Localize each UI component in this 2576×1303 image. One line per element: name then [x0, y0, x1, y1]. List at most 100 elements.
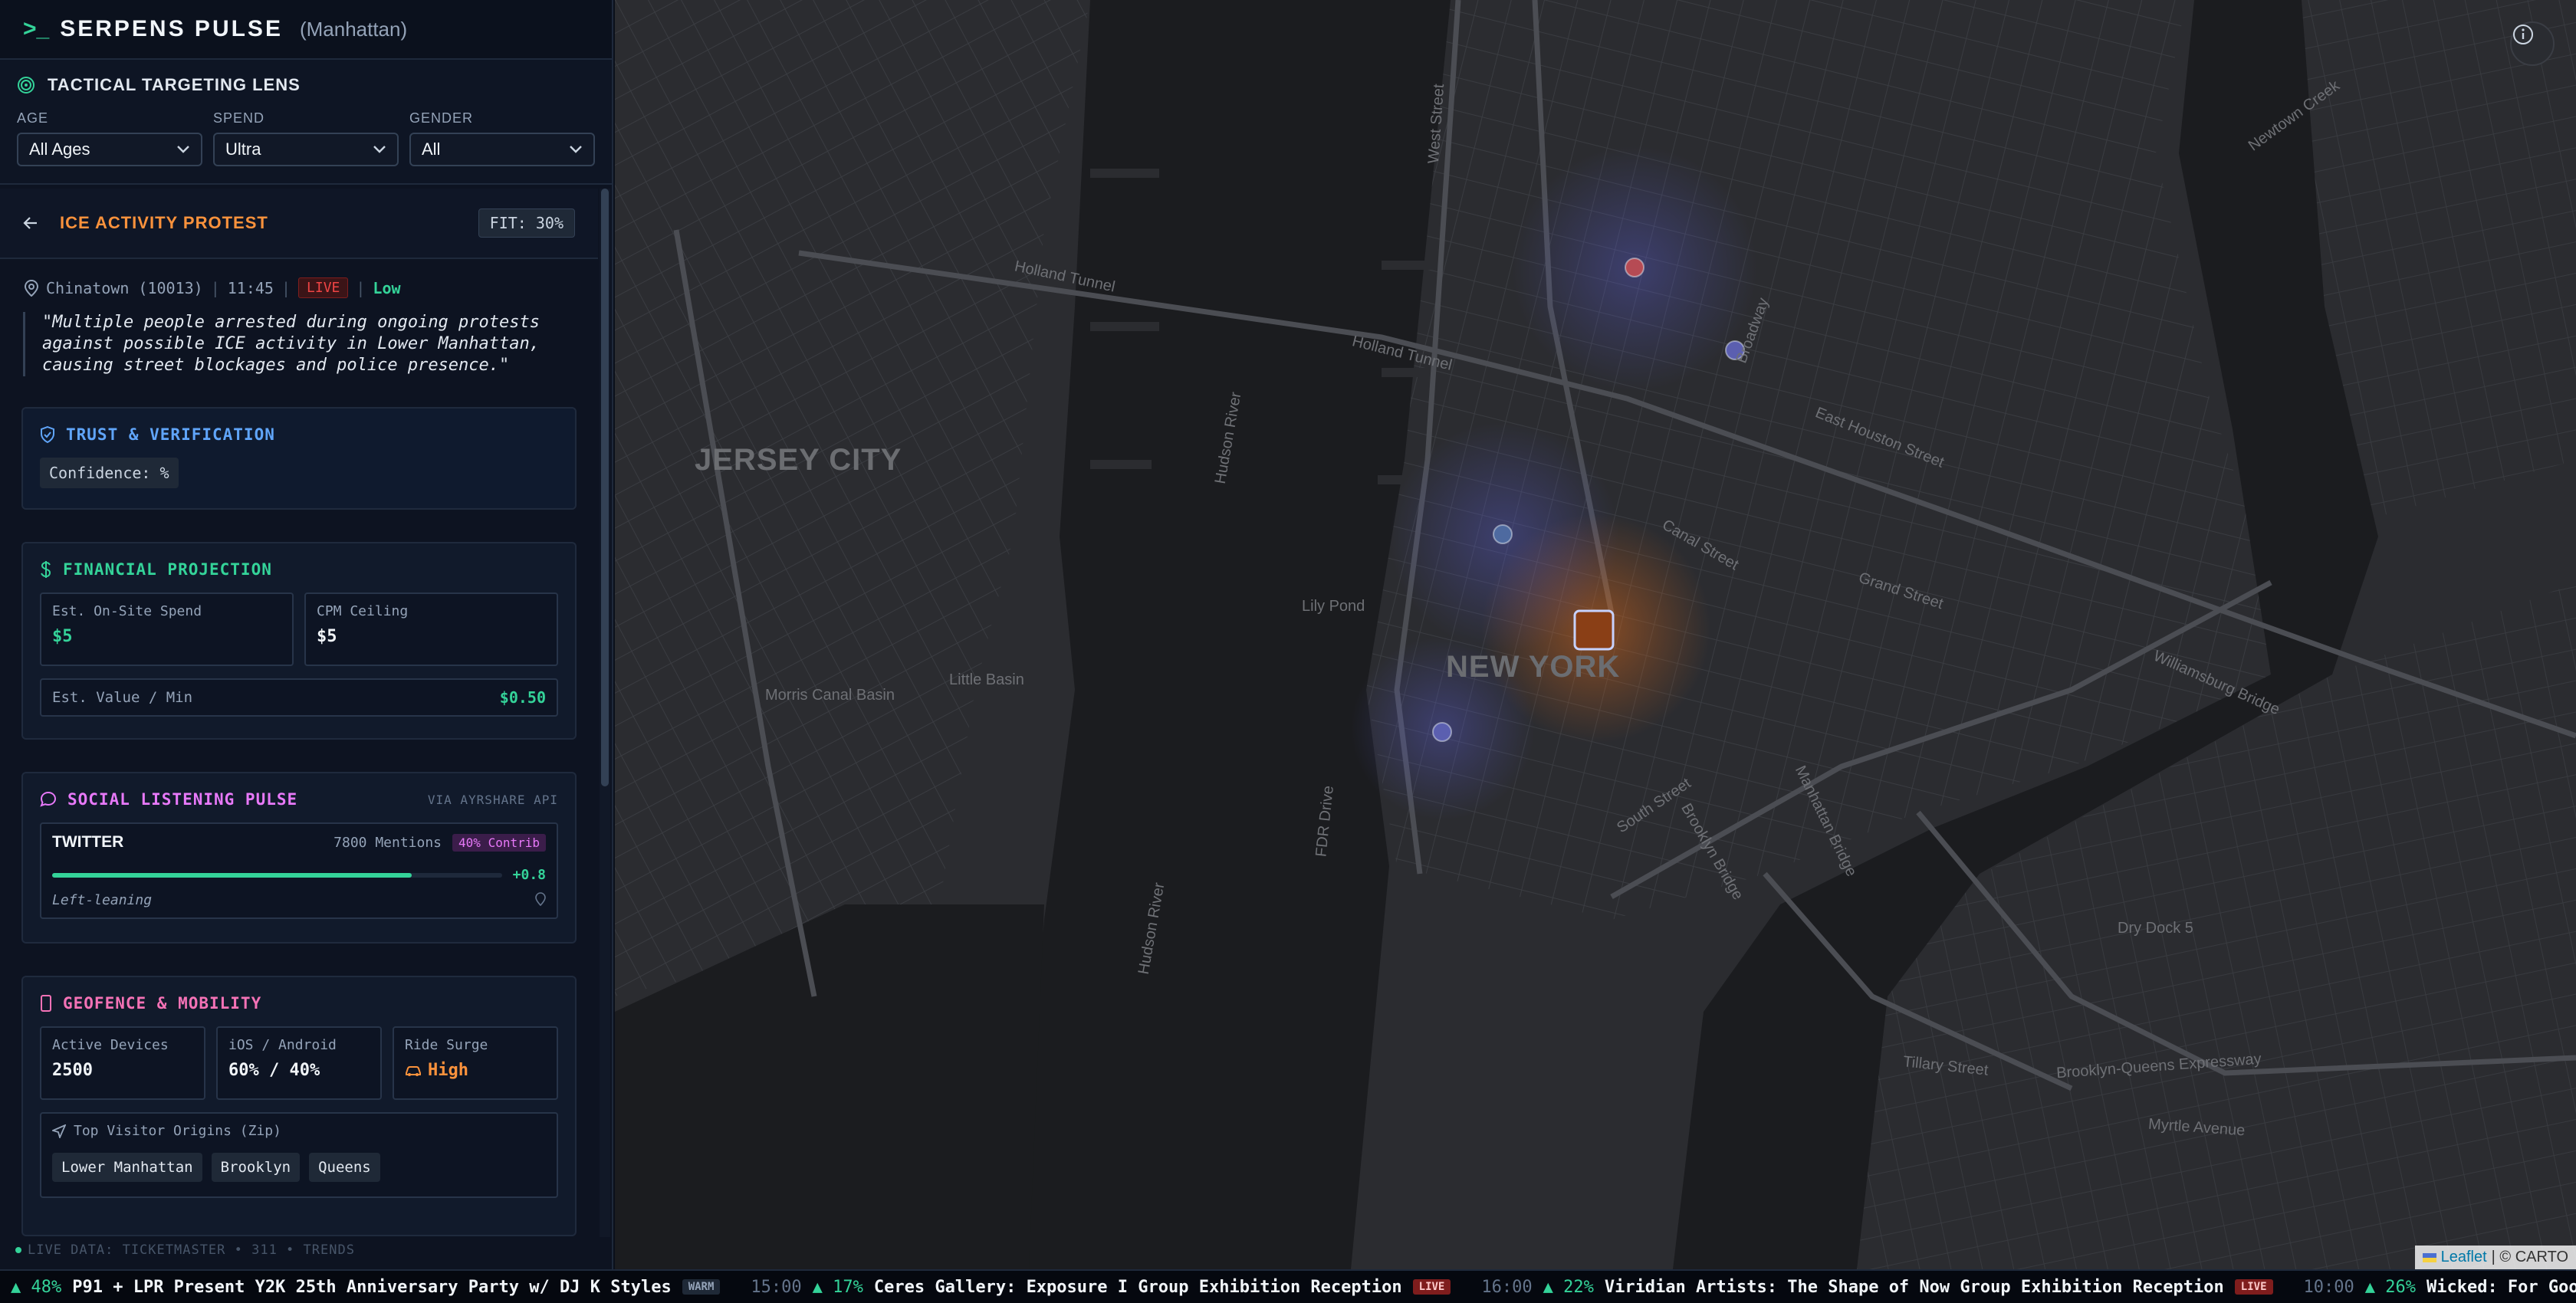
geofence-title: GEOFENCE & MOBILITY: [63, 994, 262, 1013]
ticker-item[interactable]: 16:00 ▲ 22% Viridian Artists: The Shape …: [1481, 1277, 2273, 1297]
age-select[interactable]: All Ages: [17, 133, 202, 166]
cpm-ceiling-value: $5: [317, 627, 337, 646]
ticker-time: 10:00: [2303, 1277, 2354, 1297]
event-header: ICE ACTIVITY PROTEST FIT: 30%: [0, 189, 598, 259]
ticker-item[interactable]: 15:00 ▲ 17% Ceres Gallery: Exposure I Gr…: [751, 1278, 1451, 1297]
gender-select[interactable]: All: [409, 133, 595, 166]
event-meta: Chinatown (10013) | 11:45 | LIVE | Low: [0, 259, 598, 298]
spend-filter-label: SPEND: [213, 110, 265, 126]
age-select-value: All Ages: [29, 139, 90, 159]
geofence-card: GEOFENCE & MOBILITY Active Devices 2500 …: [21, 976, 577, 1236]
mentions-count: 7800 Mentions: [334, 834, 442, 851]
event-location: Chinatown (10013): [46, 278, 203, 297]
map-label-new-york: NEW YORK: [1446, 650, 1621, 684]
back-arrow-icon[interactable]: [21, 214, 40, 232]
political-leaning: Left-leaning: [52, 892, 153, 908]
event-detail-panel[interactable]: ICE ACTIVITY PROTEST FIT: 30% Chinatown …: [0, 189, 598, 1239]
lens-title-row: TACTICAL TARGETING LENS: [17, 75, 595, 95]
trust-title-row: TRUST & VERIFICATION: [40, 425, 558, 444]
origin-chip: Lower Manhattan: [52, 1153, 202, 1182]
ticker-change: ▲ 22%: [1543, 1277, 1594, 1297]
ride-surge-value: High: [428, 1061, 468, 1080]
dollar-icon: [40, 560, 52, 579]
terminal-icon: >_: [23, 16, 50, 41]
location-pin-icon: [535, 892, 546, 906]
map-attribution: Leaflet | © CARTO: [2414, 1246, 2576, 1269]
chat-bubble-icon: [40, 791, 57, 808]
ticker-event-name: Ceres Gallery: Exposure I Group Exhibiti…: [873, 1277, 1402, 1297]
phone-icon: [40, 995, 52, 1012]
sentiment-fill: [52, 872, 412, 878]
ticker-item[interactable]: ▲ 48% P91 + LPR Present Y2K 25th Anniver…: [11, 1277, 721, 1297]
chevron-down-icon: [570, 146, 582, 153]
scrollbar-thumb[interactable]: [601, 189, 609, 786]
geofence-title-row: GEOFENCE & MOBILITY: [40, 994, 558, 1013]
car-icon: [406, 1065, 421, 1076]
value-per-min-value: $0.50: [499, 688, 546, 707]
financial-card: FINANCIAL PROJECTION Est. On-Site Spend …: [21, 542, 577, 740]
targeting-lens: TACTICAL TARGETING LENS AGE All Ages SPE…: [0, 60, 612, 185]
platform-row: TWITTER 7800 Mentions 40% Contrib +0.8 L…: [40, 822, 558, 919]
event-ticker: ▲ 48% P91 + LPR Present Y2K 25th Anniver…: [0, 1269, 2576, 1303]
severity-level: Low: [373, 278, 401, 297]
ride-surge-box: Ride Surge High: [393, 1026, 558, 1100]
social-card: SOCIAL LISTENING PULSE VIA AYRSHARE API …: [21, 772, 577, 944]
shield-icon: [40, 426, 55, 443]
map-label-water: Morris Canal Basin: [765, 687, 895, 704]
map-label-jersey-city: JERSEY CITY: [695, 443, 902, 477]
value-per-min-label: Est. Value / Min: [52, 689, 193, 706]
selected-event-marker[interactable]: [1573, 609, 1615, 651]
spend-select[interactable]: Ultra: [213, 133, 399, 166]
leaflet-link[interactable]: Leaflet: [2441, 1249, 2487, 1266]
navigation-icon: [52, 1124, 66, 1138]
os-split-value: 60% / 40%: [228, 1061, 320, 1080]
visitor-origins: Top Visitor Origins (Zip) Lower Manhatta…: [40, 1112, 558, 1198]
os-split-box: iOS / Android 60% / 40%: [216, 1026, 382, 1100]
event-marker[interactable]: [1432, 722, 1452, 742]
sentiment-score: +0.8: [512, 867, 546, 883]
ticker-badge: LIVE: [1412, 1279, 1451, 1295]
age-filter-label: AGE: [17, 110, 49, 126]
social-title: SOCIAL LISTENING PULSE: [67, 790, 298, 809]
map-canvas[interactable]: JERSEY CITY NEW YORK Holland Tunnel Holl…: [615, 0, 2576, 1269]
ticker-badge: WARM: [682, 1279, 721, 1295]
ticker-change: ▲ 26%: [2364, 1277, 2416, 1297]
event-time: 11:45: [227, 278, 274, 297]
info-button[interactable]: [2510, 21, 2555, 66]
active-devices-value: 2500: [52, 1061, 93, 1080]
onsite-spend-box: Est. On-Site Spend $5: [40, 592, 294, 666]
ticker-item[interactable]: 10:00 ▲ 26% Wicked: For Good The Soundtr…: [2304, 1278, 2576, 1297]
live-badge: LIVE: [298, 277, 349, 298]
separator: |: [210, 278, 220, 297]
trust-title: TRUST & VERIFICATION: [66, 425, 275, 444]
event-marker[interactable]: [1493, 524, 1513, 544]
origin-chip: Brooklyn: [211, 1153, 301, 1182]
confidence-chip: Confidence: %: [40, 458, 179, 488]
spend-filter: SPEND Ultra: [213, 110, 399, 166]
origins-label: Top Visitor Origins (Zip): [74, 1123, 281, 1139]
ticker-badge: LIVE: [2234, 1279, 2273, 1295]
ticker-event-name: Viridian Artists: The Shape of Now Group…: [1604, 1277, 2224, 1297]
financial-title: FINANCIAL PROJECTION: [63, 560, 272, 579]
separator: |: [356, 278, 366, 297]
active-devices-box: Active Devices 2500: [40, 1026, 205, 1100]
origin-chip: Queens: [309, 1153, 380, 1182]
separator: |: [281, 278, 291, 297]
platform-name: TWITTER: [52, 833, 124, 851]
gender-filter: GENDER All: [409, 110, 595, 166]
ride-surge-row: High: [405, 1061, 546, 1080]
os-split-label: iOS / Android: [228, 1037, 337, 1053]
sidebar-scrollbar[interactable]: [600, 189, 610, 1239]
onsite-spend-value: $5: [52, 627, 73, 646]
event-quote: "Multiple people arrested during ongoing…: [23, 312, 573, 376]
social-title-row: SOCIAL LISTENING PULSE VIA AYRSHARE API: [40, 790, 558, 809]
value-per-min-row: Est. Value / Min $0.50: [40, 678, 558, 717]
ticker-change: ▲ 17%: [812, 1277, 863, 1297]
spend-select-value: Ultra: [225, 139, 261, 159]
app-header: >_ SERPENS PULSE (Manhattan): [0, 0, 612, 60]
ticker-event-name: P91 + LPR Present Y2K 25th Anniversary P…: [72, 1277, 672, 1297]
event-marker[interactable]: [1625, 258, 1644, 277]
target-icon: [18, 77, 34, 94]
cpm-ceiling-label: CPM Ceiling: [317, 603, 409, 619]
region-label: (Manhattan): [299, 17, 408, 41]
